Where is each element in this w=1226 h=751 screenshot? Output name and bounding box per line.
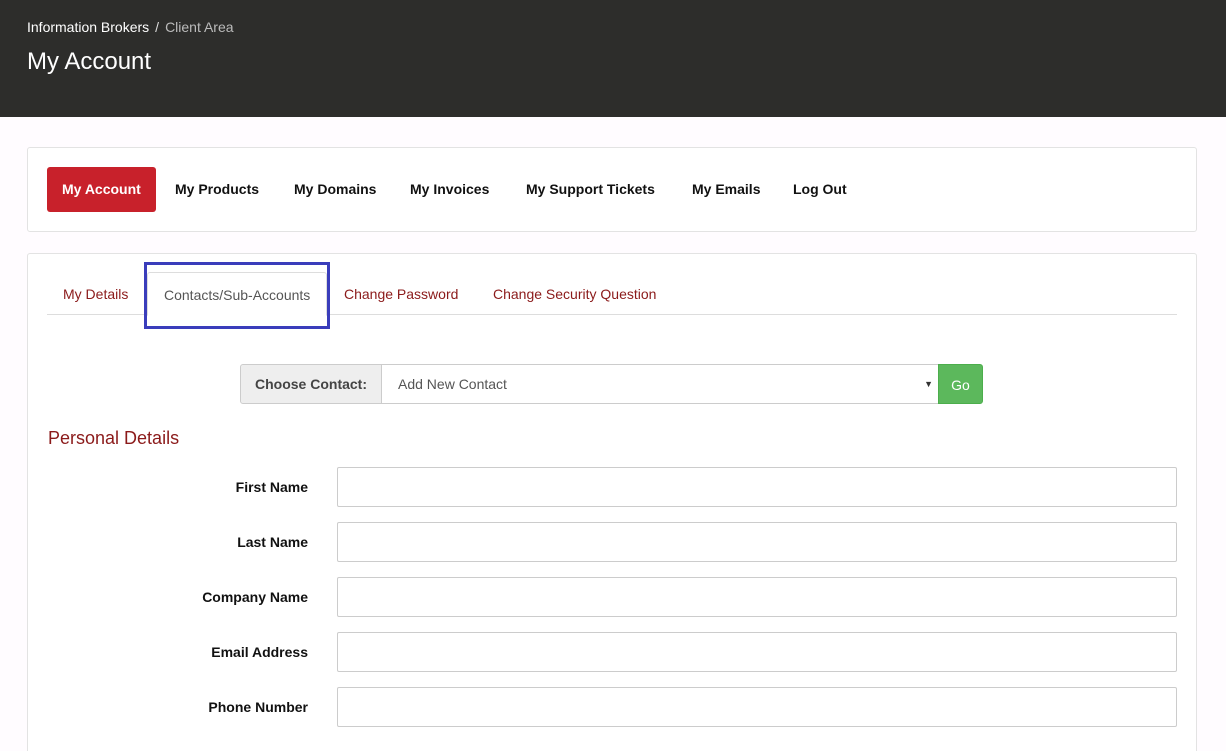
last-name-label: Last Name (237, 534, 308, 550)
breadcrumb-home-link[interactable]: Information Brokers (27, 19, 149, 35)
nav-my-invoices[interactable]: My Invoices (395, 167, 504, 212)
breadcrumb: Information Brokers / Client Area (27, 19, 234, 35)
email-address-field[interactable] (337, 632, 1177, 672)
choose-contact-label: Choose Contact: (240, 364, 382, 404)
nav-my-account[interactable]: My Account (47, 167, 156, 212)
page-header: Information Brokers / Client Area My Accou… (0, 0, 1226, 117)
company-name-label: Company Name (202, 589, 308, 605)
tab-contacts-sub-accounts[interactable]: Contacts/Sub-Accounts (147, 272, 328, 316)
company-name-field[interactable] (337, 577, 1177, 617)
nav-my-emails[interactable]: My Emails (677, 167, 775, 212)
nav-my-products[interactable]: My Products (160, 167, 274, 212)
first-name-label: First Name (235, 479, 308, 495)
tab-my-details[interactable]: My Details (47, 272, 144, 315)
form-row-phone-number: Phone Number (28, 687, 1198, 727)
form-row-email-address: Email Address (28, 632, 1198, 672)
contact-select-value: Add New Contact (398, 376, 507, 392)
caret-down-icon: ▼ (924, 379, 933, 389)
contact-chooser: Choose Contact: Add New Contact ▼ Go (240, 364, 983, 404)
breadcrumb-current: Client Area (165, 19, 234, 35)
email-address-label: Email Address (211, 644, 308, 660)
last-name-field[interactable] (337, 522, 1177, 562)
nav-log-out[interactable]: Log Out (778, 167, 862, 212)
nav-my-domains[interactable]: My Domains (279, 167, 391, 212)
first-name-field[interactable] (337, 467, 1177, 507)
nav-my-support-tickets[interactable]: My Support Tickets (511, 167, 670, 212)
page-title: My Account (27, 48, 152, 75)
tab-change-security-question[interactable]: Change Security Question (477, 272, 672, 315)
main-nav: My Account My Products My Domains My Inv… (27, 147, 1197, 232)
form-row-company-name: Company Name (28, 577, 1198, 617)
contact-select[interactable]: Add New Contact ▼ (381, 364, 939, 404)
account-tabs: My Details Contacts/Sub-Accounts Change … (47, 272, 1177, 316)
breadcrumb-separator: / (155, 19, 160, 35)
phone-number-label: Phone Number (208, 699, 308, 715)
form-row-first-name: First Name (28, 467, 1198, 507)
phone-number-field[interactable] (337, 687, 1177, 727)
content-panel: My Details Contacts/Sub-Accounts Change … (27, 253, 1197, 751)
tab-change-password[interactable]: Change Password (328, 272, 474, 315)
go-button[interactable]: Go (938, 364, 983, 404)
form-row-last-name: Last Name (28, 522, 1198, 562)
personal-details-heading: Personal Details (48, 428, 180, 448)
